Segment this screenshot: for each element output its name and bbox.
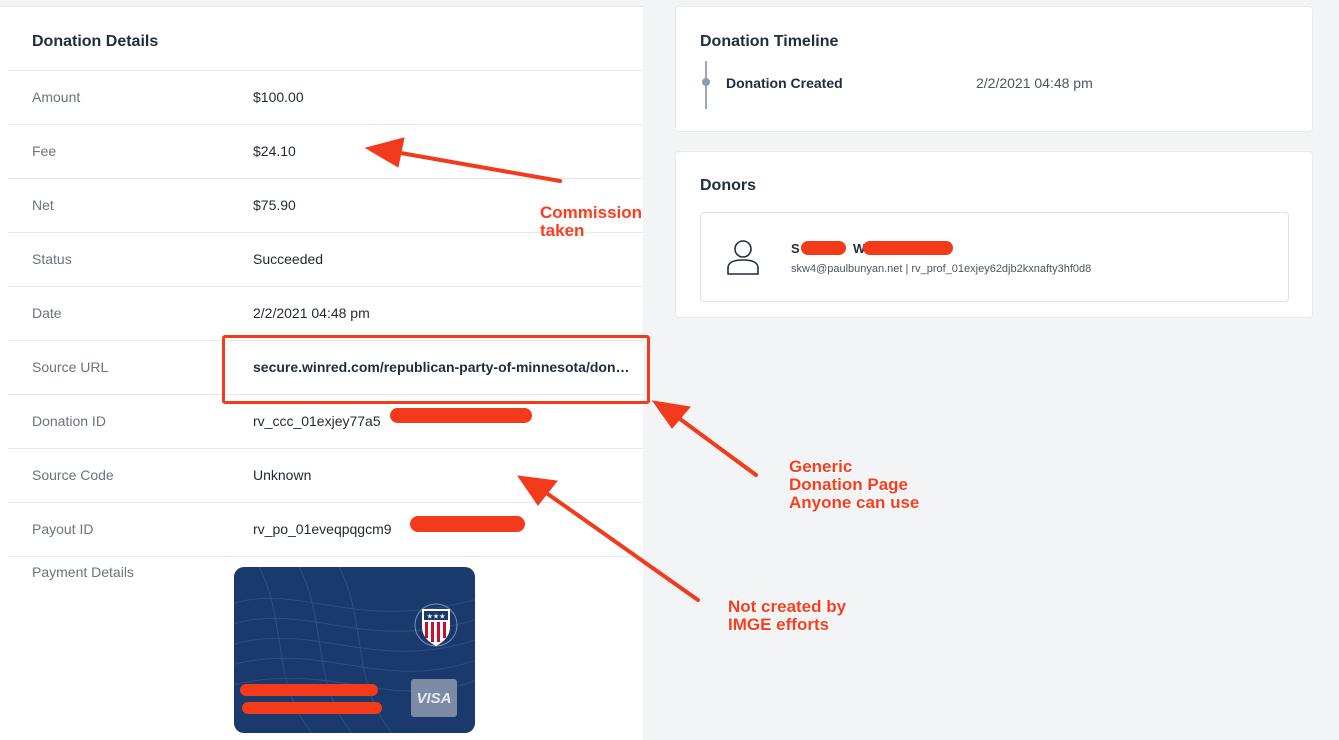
arrow-line xyxy=(393,150,562,183)
annotation-commission: Commission taken xyxy=(540,204,642,240)
arrow-line xyxy=(674,414,758,477)
annotation-not-created: Not created by IMGE efforts xyxy=(728,598,846,634)
annotation-generic-page: Generic Donation Page Anyone can use xyxy=(789,458,919,512)
annotation-line: Not created by xyxy=(728,597,847,616)
arrow-line xyxy=(543,490,700,602)
arrow-head xyxy=(364,137,405,168)
annotation-line: Anyone can use xyxy=(789,493,920,512)
annotation-line: Donation Page xyxy=(789,475,909,494)
annotation-arrows xyxy=(364,137,758,602)
annotation-line: Generic xyxy=(789,457,853,476)
annotation-line: taken xyxy=(540,221,585,240)
annotation-line: IMGE efforts xyxy=(728,615,830,634)
annotation-line: Commission xyxy=(540,203,643,222)
arrow-head xyxy=(516,475,558,506)
